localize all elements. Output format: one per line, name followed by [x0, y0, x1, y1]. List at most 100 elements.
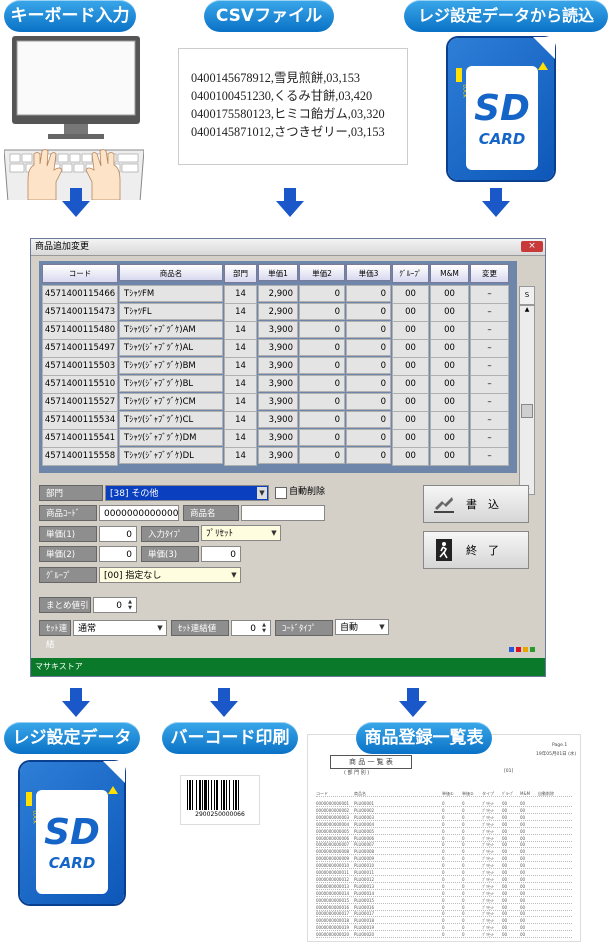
table-row[interactable]: 4571400115497 Tｼｬﾂ(ｼﾞｬﾌﾞﾂﾞｹ)AL 14 3,900 0 0 00…	[42, 339, 510, 358]
dept-select[interactable]: [38] その他 ▼	[105, 485, 269, 501]
report-cell: 00	[502, 856, 508, 862]
grid-scrollbar[interactable]: ▲ ▼	[519, 305, 535, 495]
code-type-select[interactable]: 自動 ▼	[335, 619, 389, 635]
cell-group: 00	[392, 429, 429, 448]
barcode-bar	[211, 780, 212, 810]
scroll-up-icon[interactable]: ▲	[520, 306, 534, 313]
report-cell: 0	[442, 849, 445, 855]
grid-rows: 4571400115466 TｼｬﾂFM 14 2,900 0 0 00 00– 4571400…	[42, 285, 510, 466]
report-cell: 0	[442, 876, 445, 882]
sort-button[interactable]: S	[519, 286, 535, 305]
table-row[interactable]: 4571400115527 Tｼｬﾂ(ｼﾞｬﾌﾞﾂﾞｹ)CM 14 3,900 0 0 00…	[42, 393, 510, 412]
exit-button[interactable]: 終 了	[423, 531, 529, 569]
report-row: 0000000000004 PLU00004 0 0 ﾌﾟﾘｾｯﾄ 00 00	[316, 822, 572, 828]
name-field[interactable]	[241, 505, 325, 521]
price1-field[interactable]: 0	[99, 526, 137, 542]
table-row[interactable]: 4571400115473 TｼｬﾂFL 14 2,900 0 0 00 00–	[42, 303, 510, 322]
report-cell: 0	[442, 911, 445, 917]
cell-price2: 0	[299, 339, 345, 356]
report-cell: 00	[520, 904, 526, 910]
auto-delete-checkbox[interactable]	[275, 487, 287, 499]
table-row[interactable]: 4571400115466 TｼｬﾂFM 14 2,900 0 0 00 00–	[42, 285, 510, 304]
cell-price1: 3,900	[258, 411, 298, 428]
cell-price1: 3,900	[258, 393, 298, 410]
cell-code: 4571400115510	[42, 375, 118, 394]
table-row[interactable]: 4571400115541 Tｼｬﾂ(ｼﾞｬﾌﾞﾂﾞｹ)DM 14 3,900 0 0 00…	[42, 429, 510, 448]
price2-field[interactable]: 0	[99, 546, 137, 562]
column-header-change[interactable]: 変更	[470, 264, 509, 283]
close-button[interactable]: ×	[521, 241, 543, 252]
write-button[interactable]: 書 込	[423, 485, 529, 523]
price3-field[interactable]: 0	[201, 546, 241, 562]
csv-file-sample: 0400145678912,雪見煎餅,03,153 0400100451230,…	[178, 48, 408, 165]
cell-price2: 0	[299, 447, 345, 464]
column-header-dept[interactable]: 部門	[224, 264, 257, 283]
column-header-name[interactable]: 商品名	[119, 264, 223, 281]
csv-line: 0400175580123,ヒミコ飴ガム,03,320	[191, 107, 385, 121]
barcode-bar	[214, 780, 215, 810]
report-cell: ﾌﾟﾘｾｯﾄ	[482, 801, 494, 806]
report-cell: 00	[520, 821, 526, 827]
column-header-mm[interactable]: M&M	[430, 264, 469, 283]
dept-value: [38] その他	[110, 489, 159, 499]
cell-mm: 00	[430, 321, 469, 340]
report-header-cell: 単価①	[442, 791, 454, 796]
price2-label: 単価(2)	[39, 546, 97, 562]
table-row[interactable]: 4571400115558 Tｼｬﾂ(ｼﾞｬﾌﾞﾂﾞｹ)DL 14 3,900 0 0 00…	[42, 447, 510, 466]
exit-button-label: 終 了	[466, 544, 499, 557]
cell-group: 00	[392, 285, 429, 304]
cell-name: Tｼｬﾂ(ｼﾞｬﾌﾞﾂﾞｹ)CL	[119, 411, 223, 428]
report-cell: 00	[502, 807, 508, 813]
report-name: PLU00010	[354, 863, 375, 869]
report-row: 0000000000011 PLU00011 0 0 ﾌﾟﾘｾｯﾄ 00 00	[316, 870, 572, 876]
cell-price1: 3,900	[258, 321, 298, 338]
code-field[interactable]: 0000000000000	[99, 505, 179, 521]
cell-price3: 0	[346, 285, 391, 302]
table-row[interactable]: 4571400115510 Tｼｬﾂ(ｼﾞｬﾌﾞﾂﾞｹ)BL 14 3,900 0 0 00…	[42, 375, 510, 394]
report-cell: ﾌﾟﾘｾｯﾄ	[482, 904, 494, 910]
report-cell: 0	[442, 883, 445, 889]
report-code: 0000000000008	[316, 849, 350, 855]
cell-price3: 0	[346, 339, 391, 356]
barcode-bar	[187, 780, 188, 810]
dept-label: 部門	[39, 485, 103, 501]
column-header-price1[interactable]: 単価1	[258, 264, 298, 281]
set-link-discount-stepper[interactable]: 0 ▲ ▼	[231, 620, 271, 636]
barcode-bar	[226, 780, 227, 810]
report-cell: ﾌﾟﾘｾｯﾄ	[482, 849, 494, 855]
stepper-arrows-icon[interactable]: ▲ ▼	[125, 599, 135, 611]
table-row[interactable]: 4571400115534 Tｼｬﾂ(ｼﾞｬﾌﾞﾂﾞｹ)CL 14 3,900 0 0 00…	[42, 411, 510, 430]
report-cell: 00	[502, 932, 508, 938]
stepper-arrows-icon[interactable]: ▲ ▼	[259, 622, 269, 634]
code-type-value: 自動	[340, 623, 359, 633]
set-link-select[interactable]: 通常 ▼	[73, 620, 167, 636]
column-header-price3[interactable]: 単価3	[346, 264, 391, 281]
group-select[interactable]: [00] 指定なし ▼	[99, 567, 241, 583]
cell-price2: 0	[299, 429, 345, 446]
table-row[interactable]: 4571400115480 Tｼｬﾂ(ｼﾞｬﾌﾞﾂﾞｹ)AM 14 3,900 0 0 00…	[42, 321, 510, 340]
scroll-thumb[interactable]	[521, 404, 533, 418]
report-cell: 0	[442, 897, 445, 903]
report-cell: ﾌﾟﾘｾｯﾄ	[482, 918, 494, 924]
report-row: 0000000000019 PLU00019 0 0 ﾌﾟﾘｾｯﾄ 00 00	[316, 925, 572, 932]
bundle-discount-stepper[interactable]: 0 ▲ ▼	[93, 597, 137, 613]
column-header-price2[interactable]: 単価2	[299, 264, 345, 281]
column-header-group[interactable]: ｸﾞﾙｰﾌﾟ	[392, 264, 429, 283]
report-cell: ﾌﾟﾘｾｯﾄ	[482, 842, 494, 848]
cell-price3: 0	[346, 375, 391, 392]
cell-name: TｼｬﾂFM	[119, 285, 223, 302]
input-type-select[interactable]: ﾌﾟﾘｾｯﾄ ▼	[201, 525, 281, 541]
report-cell: 0	[442, 807, 445, 813]
report-cell: 0	[462, 849, 465, 855]
barcode-bar	[233, 780, 234, 810]
report-cell: 00	[520, 835, 526, 841]
report-cell: 0	[442, 842, 445, 848]
table-row[interactable]: 4571400115503 Tｼｬﾂ(ｼﾞｬﾌﾞﾂﾞｹ)BM 14 3,900 0 0 00…	[42, 357, 510, 376]
report-cell: 00	[502, 883, 508, 889]
barcode-bar	[189, 780, 191, 810]
column-header-code[interactable]: コード	[42, 264, 118, 283]
report-cell: 0	[442, 890, 445, 896]
report-header-cell: コード	[316, 791, 328, 796]
cell-price2: 0	[299, 303, 345, 320]
cell-change: –	[470, 303, 509, 322]
